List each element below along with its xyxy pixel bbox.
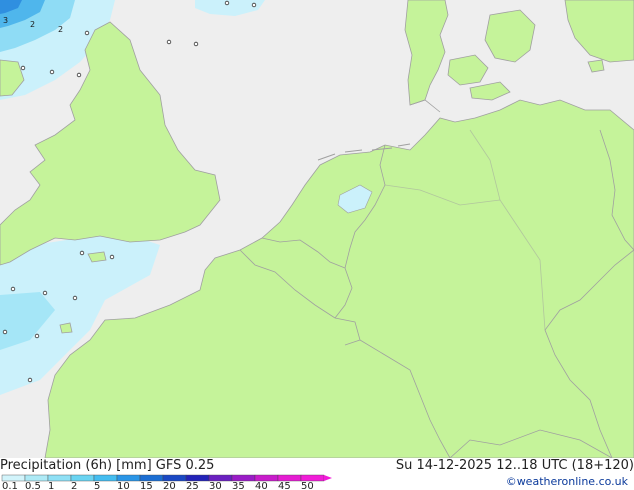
legend-arrow: [324, 475, 332, 481]
legend-tick-label: 0.1: [2, 481, 18, 490]
credit-link[interactable]: ©weatheronline.co.uk: [506, 475, 628, 488]
legend-tick-label: 45: [278, 481, 291, 490]
legend-tick-label: 2: [71, 481, 77, 490]
station-dot: [109, 254, 115, 260]
station-dot: [166, 39, 172, 45]
legend-tick-label: 5: [94, 481, 100, 490]
legend-tick-label: 25: [186, 481, 199, 490]
color-scale-legend: 0.1 0.5 1 2 5 10 15 20 25 30 35 40 45 50: [1, 474, 332, 490]
legend-tick-label: 20: [163, 481, 176, 490]
station-dot: [193, 41, 199, 47]
forecast-datetime: Su 14-12-2025 12..18 UTC (18+120): [395, 458, 634, 473]
station-dot: [34, 333, 40, 339]
footer: Precipitation (6h) [mm] GFS 0.25 Su 14-1…: [0, 458, 634, 490]
legend-tick-label: 15: [140, 481, 153, 490]
station-dot: [224, 0, 230, 6]
station-dot: [20, 65, 26, 71]
station-dot: [72, 295, 78, 301]
precip-value-label-1: 2: [30, 20, 35, 29]
map-title: Precipitation (6h) [mm] GFS 0.25: [0, 458, 215, 473]
legend-tick-label: 40: [255, 481, 268, 490]
legend-tick-label: 1: [48, 481, 54, 490]
map: 2 3 2: [0, 0, 634, 458]
precip-value-label-2: 3: [3, 16, 8, 25]
station-dot: [79, 250, 85, 256]
legend-tick-label: 50: [301, 481, 314, 490]
station-dot: [27, 377, 33, 383]
station-dot: [76, 72, 82, 78]
legend-tick-label: 10: [117, 481, 130, 490]
station-dot: [10, 286, 16, 292]
channel-island: [59, 322, 73, 334]
station-dot: [84, 30, 90, 36]
station-dot: [49, 69, 55, 75]
station-dot: [251, 2, 257, 8]
legend-tick-label: 35: [232, 481, 245, 490]
legend-tick-label: 0.5: [25, 481, 41, 490]
station-dot: [42, 290, 48, 296]
legend-tick-label: 30: [209, 481, 222, 490]
station-dot: [2, 329, 8, 335]
precip-value-label-3: 2: [58, 25, 63, 34]
